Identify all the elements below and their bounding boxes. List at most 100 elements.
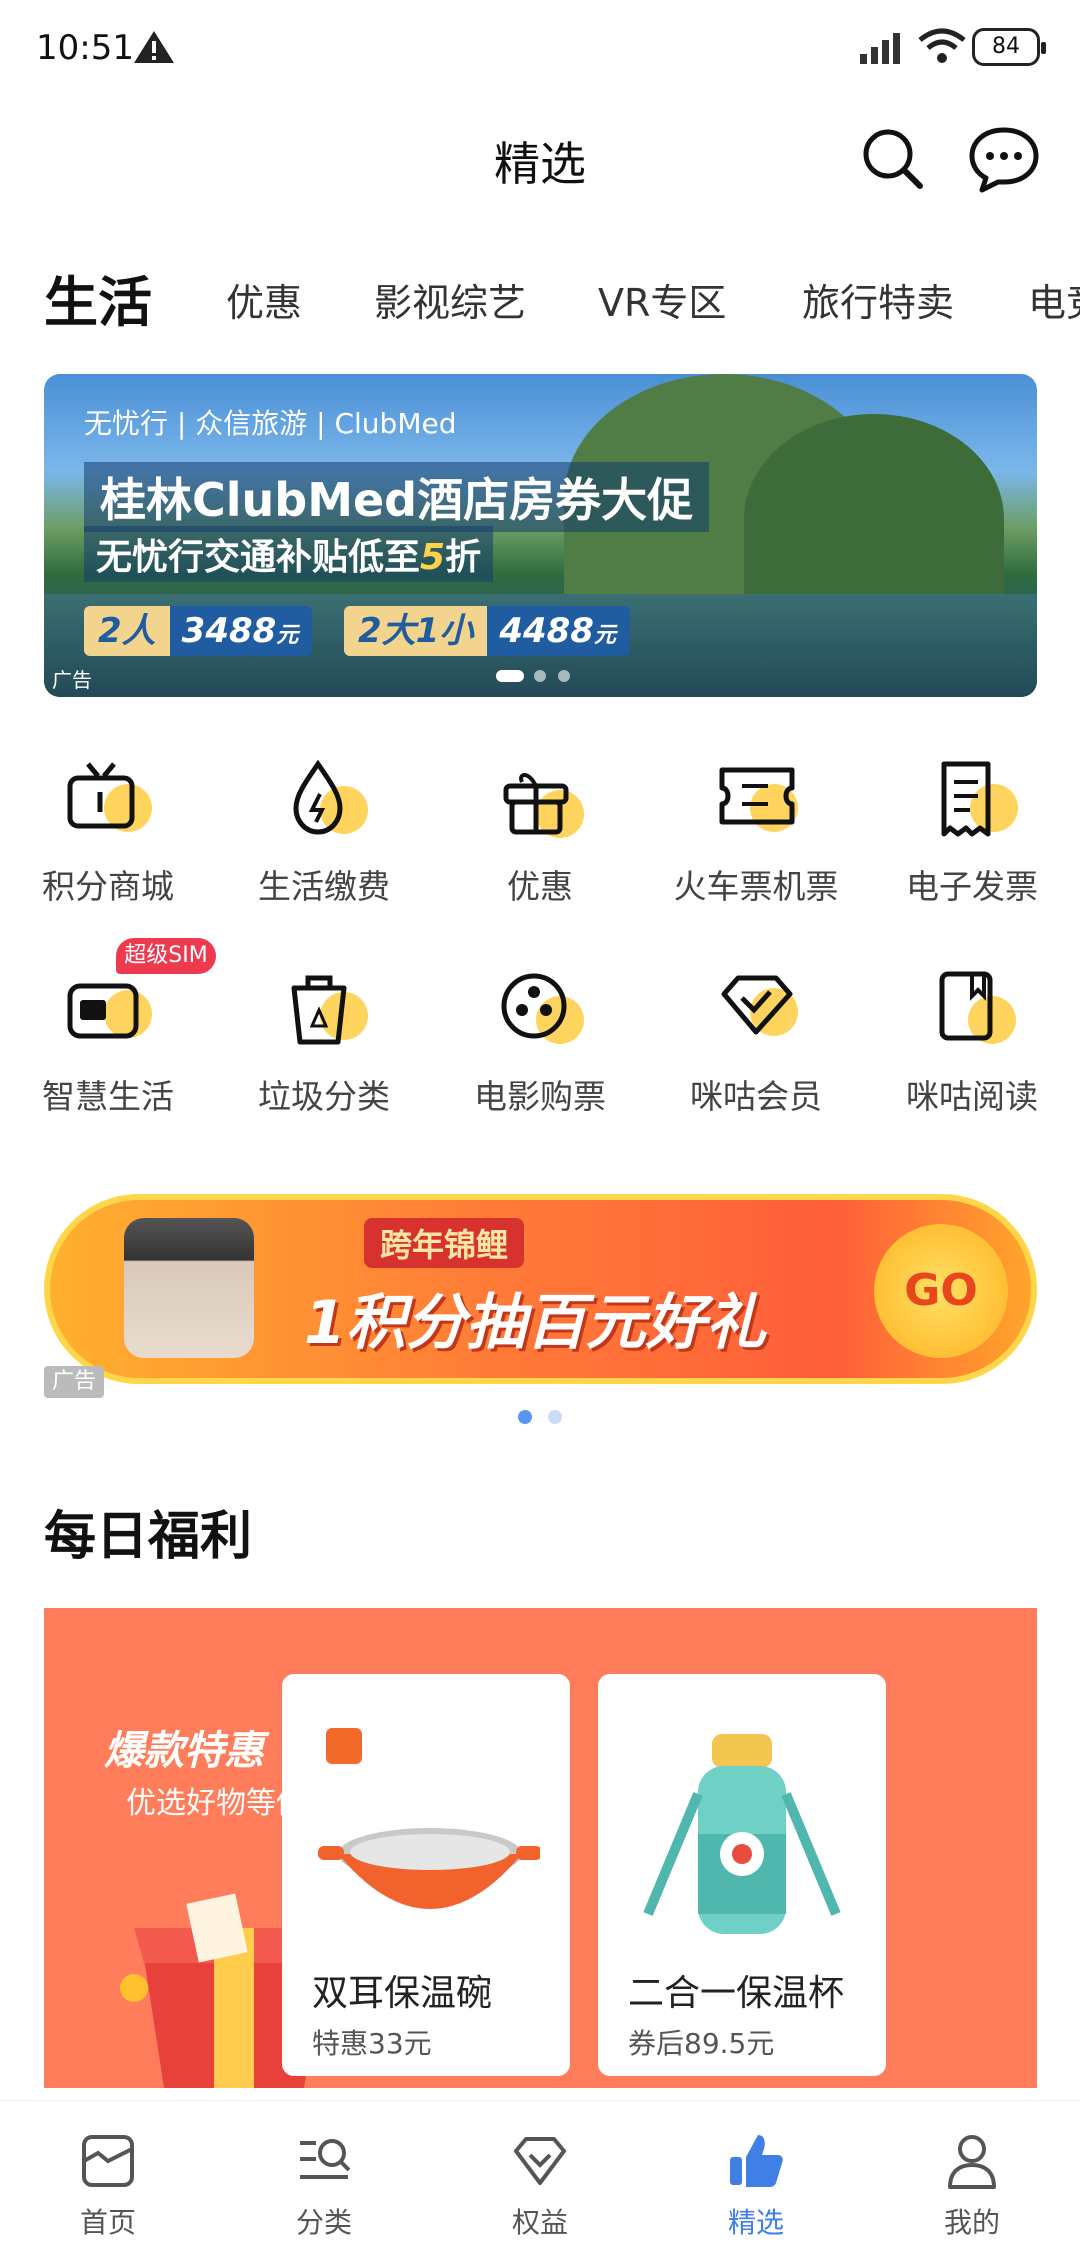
nav-item-featured[interactable]: 精选 [648, 2101, 864, 2249]
nav-label: 权益 [511, 2206, 568, 2239]
banner-sub-suffix: 折 [445, 537, 482, 578]
grid-label: 积分商城 [42, 867, 174, 906]
recycle-bin-icon [291, 975, 368, 1045]
banner-brand: 无忧行 | 众信旅游 | ClubMed [84, 407, 457, 440]
tab-life[interactable]: 生活 [44, 258, 152, 337]
grid-label: 垃圾分类 [258, 1077, 390, 1116]
tab-travel[interactable]: 旅行特卖 [802, 272, 954, 327]
daily-benefits: 爆款特惠 优选好物等你抢 双耳保温碗 特惠33元 二合一保温杯 券后89.5元 [44, 1608, 1037, 2088]
grid-label: 咪咕会员 [690, 1077, 822, 1116]
sim-card-icon [67, 983, 152, 1039]
banner-headline: 桂林ClubMed酒店房券大促 [84, 462, 710, 532]
grid-label: 火车票机票 [673, 867, 839, 906]
nav-item-mine[interactable]: 我的 [864, 2101, 1080, 2249]
grid-item-migu-member[interactable]: 咪咕会员 [656, 970, 856, 1140]
grid-item-points-mall[interactable]: 积分商城 [8, 760, 208, 930]
tv-icon [67, 762, 152, 832]
bowl-image [318, 1728, 540, 1909]
status-bar: 10:51 84 [0, 0, 1080, 92]
promo-tag: 跨年锦鲤 [364, 1218, 525, 1268]
hot-deal-title: 爆款特惠 [104, 1728, 264, 1774]
grid-label: 智慧生活 [42, 1077, 174, 1116]
banner-sub-highlight: 5 [420, 537, 446, 578]
banner-sub-prefix: 无忧行交通补贴低至 [96, 537, 421, 578]
tab-vr[interactable]: VR专区 [598, 272, 726, 327]
home-icon [82, 2135, 134, 2187]
promo-go-button[interactable]: GO [874, 1224, 1008, 1358]
signal-icon [860, 33, 900, 64]
ad-label: 广告 [52, 668, 92, 692]
price-who: 2人 [84, 606, 170, 656]
pagination-dot [496, 670, 524, 682]
tab-video[interactable]: 影视综艺 [374, 272, 526, 327]
banner-hill [744, 414, 1004, 624]
product-name: 二合一保温杯 [628, 1973, 845, 2014]
pagination-dot [558, 670, 570, 682]
grid-item-migu-reading[interactable]: 咪咕阅读 [872, 970, 1072, 1140]
ad-label: 广告 [44, 1366, 105, 1398]
person-icon [948, 2135, 996, 2189]
product-card[interactable]: 双耳保温碗 特惠33元 [282, 1674, 570, 2076]
nav-item-category[interactable]: 分类 [216, 2101, 432, 2249]
nav-item-home[interactable]: 首页 [0, 2101, 216, 2249]
grid-item-deals[interactable]: 优惠 [440, 760, 640, 930]
grid-item-e-invoice[interactable]: 电子发票 [872, 760, 1072, 930]
grid-label: 优惠 [507, 867, 573, 906]
status-time: 10:51 [36, 28, 134, 68]
pagination-dot [534, 670, 546, 682]
nav-label: 精选 [727, 2206, 784, 2239]
wifi-icon [918, 28, 966, 63]
warning-icon [134, 31, 174, 63]
product-price: 特惠33元 [312, 2027, 432, 2060]
promo-headline: 1积分抽百元好礼 [304, 1288, 766, 1358]
nav-label: 我的 [943, 2206, 1000, 2239]
tab-esports[interactable]: 电竞 [1028, 272, 1080, 327]
grid-label: 生活缴费 [258, 867, 390, 906]
hero-banner[interactable]: 无忧行 | 众信旅游 | ClubMed 桂林ClubMed酒店房券大促 无忧行… [44, 374, 1037, 697]
product-price: 券后89.5元 [628, 2027, 775, 2060]
price-who: 2大1小 [344, 606, 488, 656]
price-unit: 元 [276, 623, 299, 648]
product-name: 双耳保温碗 [312, 1973, 493, 2014]
price-tag: 2大1小 4488元 [344, 606, 630, 656]
category-tabs: 生活 优惠 影视综艺 VR专区 旅行特卖 电竞 [0, 258, 1080, 350]
grid-item-smart-life[interactable]: 智慧生活 [8, 970, 208, 1140]
grid-label: 咪咕阅读 [906, 1077, 1038, 1116]
film-reel-icon [501, 973, 584, 1044]
pagination-dot [518, 1410, 532, 1424]
top-header: 精选 [0, 110, 1080, 220]
product-card[interactable]: 二合一保温杯 券后89.5元 [598, 1674, 886, 2076]
price-value: 4488 [499, 611, 594, 651]
bottom-nav: 首页 分类 权益 精选 我的 [0, 2100, 1080, 2248]
nav-label: 分类 [295, 2206, 352, 2239]
thermos-cup-image [643, 1734, 841, 1934]
grid-item-bill-pay[interactable]: 生活缴费 [224, 760, 424, 930]
ticket-icon [719, 767, 798, 832]
diamond-icon [514, 2137, 566, 2185]
grid-label: 电影购票 [474, 1077, 606, 1116]
pagination-dot [548, 1410, 562, 1424]
price-tag: 2人 3488元 [84, 606, 313, 656]
price-value: 3488 [181, 611, 277, 651]
tab-deals[interactable]: 优惠 [226, 272, 302, 327]
grid-item-movie-tickets[interactable]: 电影购票 [440, 970, 640, 1140]
thumbs-up-icon [730, 2135, 783, 2187]
nav-label: 首页 [79, 2206, 136, 2239]
gift-box-icon [503, 773, 584, 838]
battery-indicator: 84 [972, 28, 1046, 66]
category-search-icon [300, 2139, 351, 2179]
price-unit: 元 [593, 623, 616, 648]
promo-banner[interactable]: 跨年锦鲤 1积分抽百元好礼 GO 广告 [44, 1194, 1037, 1398]
banner-subline: 无忧行交通补贴低至5折 [84, 526, 494, 582]
section-title: 每日福利 [44, 1507, 253, 1567]
nav-item-benefits[interactable]: 权益 [432, 2101, 648, 2249]
message-icon[interactable] [968, 124, 1040, 194]
sim-badge: 超级SIM [116, 938, 216, 974]
grid-label: 电子发票 [906, 867, 1038, 906]
search-icon[interactable] [858, 124, 926, 192]
grid-item-garbage-sorting[interactable]: 垃圾分类 [224, 970, 424, 1140]
grid-item-tickets[interactable]: 火车票机票 [656, 760, 856, 930]
water-drop-bolt-icon [293, 760, 368, 835]
receipt-icon [941, 761, 1018, 837]
book-icon [939, 971, 1016, 1044]
